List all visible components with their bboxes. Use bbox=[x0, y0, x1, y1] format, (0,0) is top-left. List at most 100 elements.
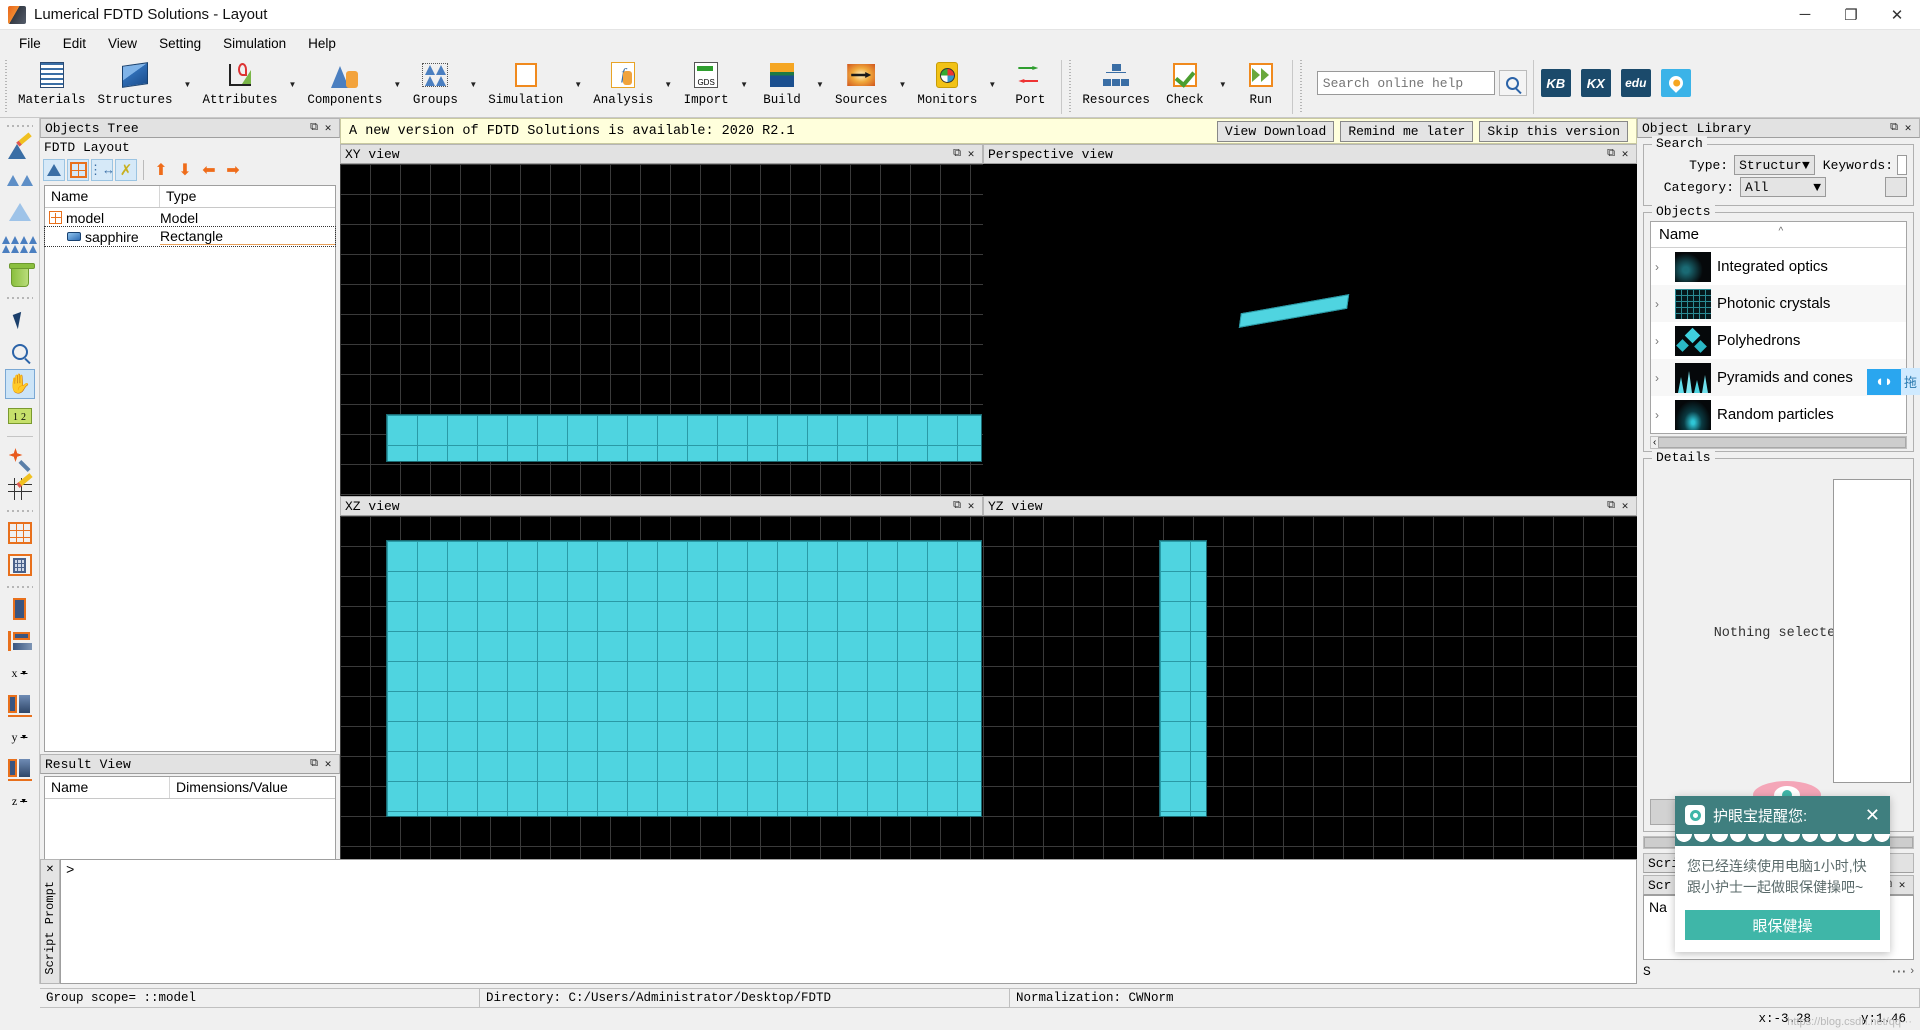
xy-view-float-icon[interactable]: ⧉ bbox=[950, 148, 964, 160]
table-row[interactable]: model Model bbox=[45, 208, 335, 227]
objects-tree-close-icon[interactable]: ✕ bbox=[321, 121, 335, 135]
menu-item-help[interactable]: Help bbox=[297, 33, 347, 54]
type-select[interactable]: Structur ▼ bbox=[1734, 155, 1815, 175]
sapphire-slab-perspective[interactable] bbox=[1238, 294, 1350, 328]
expand-icon[interactable]: › bbox=[1655, 260, 1669, 274]
sort-caret-icon[interactable]: ^ bbox=[1779, 226, 1784, 237]
scroll-right-icon[interactable]: › bbox=[1910, 965, 1914, 977]
menu-item-simulation[interactable]: Simulation bbox=[212, 33, 297, 54]
delete-icon[interactable] bbox=[5, 261, 35, 291]
xz-view-close-icon[interactable]: ✕ bbox=[964, 499, 978, 513]
split-view-icon[interactable] bbox=[5, 626, 35, 656]
move-down-icon[interactable]: ⬇ bbox=[174, 159, 196, 181]
hscroll-thumb[interactable] bbox=[1658, 437, 1906, 448]
pointer-icon[interactable] bbox=[5, 305, 35, 335]
sapphire-slab-xy[interactable] bbox=[386, 414, 982, 462]
maximize-button[interactable]: ❐ bbox=[1828, 0, 1874, 29]
y-axis-view-icon[interactable]: y ▼ bbox=[5, 722, 35, 752]
expand-icon[interactable]: › bbox=[1655, 408, 1669, 422]
ribbon-sources[interactable]: Sources bbox=[829, 58, 894, 107]
objects-tree-grid[interactable]: Name Type model Model sapphire Rectangle bbox=[44, 185, 336, 752]
list-item[interactable]: › Polyhedrons bbox=[1651, 322, 1906, 359]
expand-icon[interactable]: › bbox=[1655, 371, 1669, 385]
search-button[interactable] bbox=[1498, 70, 1527, 96]
drag-badge[interactable]: ◖◗ 拖 bbox=[1866, 368, 1920, 395]
eye-exercise-button[interactable]: 眼保健操 bbox=[1685, 910, 1880, 940]
object-library-close-icon[interactable]: ✕ bbox=[1901, 121, 1915, 135]
ribbon-attributes[interactable]: Attributes bbox=[196, 58, 283, 107]
location-pin-icon[interactable] bbox=[1660, 69, 1691, 97]
check-dropdown-icon[interactable]: ▼ bbox=[1214, 80, 1232, 89]
add-measure-icon[interactable]: ⋮↔ bbox=[89, 159, 115, 181]
ribbon-grip[interactable] bbox=[3, 60, 9, 114]
table-row[interactable]: sapphire Rectangle bbox=[44, 226, 336, 247]
grid-view-icon[interactable] bbox=[5, 518, 35, 548]
expand-icon[interactable]: › bbox=[1655, 334, 1669, 348]
x-axis-view-icon[interactable]: x ▼ bbox=[5, 658, 35, 688]
ribbon-build[interactable]: Build bbox=[753, 58, 811, 107]
ribbon-check[interactable]: Check bbox=[1156, 58, 1214, 107]
skip-this-version-button[interactable]: Skip this version bbox=[1479, 120, 1628, 142]
ribbon-monitors[interactable]: Monitors bbox=[911, 58, 983, 107]
object-library-list[interactable]: Name ^ › Integrated optics › Photonic cr… bbox=[1650, 221, 1907, 434]
analysis-dropdown-icon[interactable]: ▼ bbox=[659, 80, 677, 89]
expand-icon[interactable]: › bbox=[1655, 297, 1669, 311]
outline-object-icon[interactable] bbox=[5, 197, 35, 227]
select-two-objects-icon[interactable] bbox=[5, 165, 35, 195]
simulation-dropdown-icon[interactable]: ▼ bbox=[569, 80, 587, 89]
ribbon-resources[interactable]: Resources bbox=[1076, 58, 1156, 107]
sapphire-slab-xz[interactable] bbox=[386, 540, 982, 817]
list-item[interactable]: › Random particles bbox=[1651, 396, 1906, 433]
ribbon-components[interactable]: Components bbox=[301, 58, 388, 107]
objects-tree-float-icon[interactable]: ⧉ bbox=[307, 122, 321, 134]
script-prompt-tab[interactable]: ✕ Script Prompt bbox=[40, 859, 60, 984]
attributes-dropdown-icon[interactable]: ▼ bbox=[283, 80, 301, 89]
select-all-objects-icon[interactable] bbox=[2, 229, 37, 259]
result-view-close-icon[interactable]: ✕ bbox=[321, 757, 335, 771]
ribbon-grip-2[interactable] bbox=[1067, 60, 1074, 114]
menu-item-setting[interactable]: Setting bbox=[148, 33, 212, 54]
more-options-icon[interactable]: ⋯ bbox=[1891, 962, 1906, 980]
edit-mesh-icon[interactable] bbox=[5, 473, 35, 504]
pan-hand-icon[interactable]: ✋ bbox=[4, 369, 35, 399]
popup-close-icon[interactable]: ✕ bbox=[1865, 805, 1880, 826]
xz-view-float-icon[interactable]: ⧉ bbox=[950, 500, 964, 512]
right-script-close-icon[interactable]: ✕ bbox=[1895, 878, 1909, 892]
xy-view-canvas[interactable] bbox=[340, 164, 983, 496]
list-item[interactable]: › Photonic crystals bbox=[1651, 285, 1906, 322]
category-extra-button[interactable] bbox=[1885, 177, 1907, 197]
minimize-button[interactable]: ─ bbox=[1782, 0, 1828, 29]
remind-me-later-button[interactable]: Remind me later bbox=[1340, 120, 1474, 142]
add-scatter-icon[interactable]: ✗ bbox=[115, 159, 137, 181]
ribbon-structures[interactable]: Structures bbox=[92, 58, 179, 107]
add-mesh-icon[interactable] bbox=[67, 159, 89, 181]
x-view-layout-icon[interactable] bbox=[5, 690, 35, 720]
menu-item-view[interactable]: View bbox=[97, 33, 148, 54]
move-zoom-icon[interactable] bbox=[5, 442, 35, 473]
xy-view-close-icon[interactable]: ✕ bbox=[964, 147, 978, 161]
add-object-icon[interactable] bbox=[43, 159, 65, 181]
move-up-icon[interactable]: ⬆ bbox=[150, 159, 172, 181]
result-view-float-icon[interactable]: ⧉ bbox=[307, 758, 321, 770]
knowledge-exchange-icon[interactable]: KX bbox=[1580, 69, 1611, 97]
list-item[interactable]: › Integrated optics bbox=[1651, 248, 1906, 285]
sapphire-slab-yz[interactable] bbox=[1159, 540, 1207, 817]
category-select[interactable]: All ▼ bbox=[1740, 177, 1826, 197]
search-input[interactable] bbox=[1316, 71, 1495, 95]
perspective-view-float-icon[interactable]: ⧉ bbox=[1604, 148, 1618, 160]
object-list-hscrollbar[interactable]: ‹ bbox=[1650, 436, 1907, 449]
toolbar-grip[interactable] bbox=[6, 123, 33, 129]
education-icon[interactable]: edu bbox=[1620, 69, 1651, 97]
ribbon-analysis[interactable]: f Analysis bbox=[587, 58, 659, 107]
ribbon-grip-3[interactable] bbox=[1297, 60, 1304, 114]
keywords-input[interactable] bbox=[1897, 155, 1907, 175]
import-dropdown-icon[interactable]: ▼ bbox=[735, 80, 753, 89]
script-prompt-input[interactable]: > bbox=[60, 859, 1637, 984]
close-button[interactable]: ✕ bbox=[1874, 0, 1920, 29]
z-axis-view-icon[interactable]: z ▼ bbox=[5, 786, 35, 816]
monitors-dropdown-icon[interactable]: ▼ bbox=[983, 80, 1001, 89]
ribbon-port[interactable]: Port bbox=[1001, 58, 1059, 107]
yz-view-float-icon[interactable]: ⧉ bbox=[1604, 500, 1618, 512]
move-right-icon[interactable]: ➡ bbox=[222, 159, 244, 181]
ribbon-materials[interactable]: Materials bbox=[12, 58, 92, 107]
